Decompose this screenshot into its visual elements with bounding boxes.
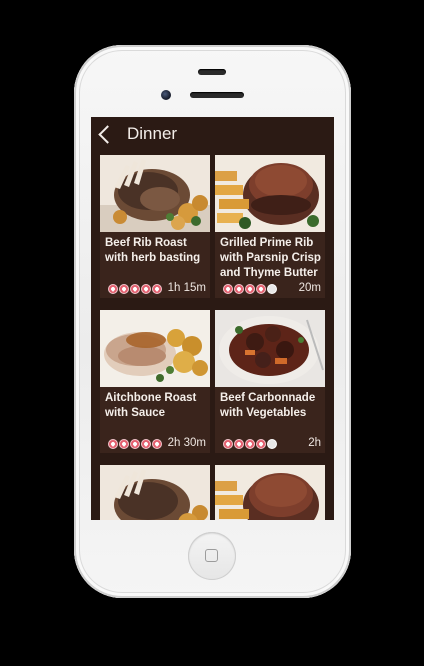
recipe-card[interactable] — [100, 465, 210, 520]
front-camera — [161, 90, 171, 100]
app-header: Dinner — [91, 117, 334, 153]
heart-icon — [223, 439, 233, 449]
chevron-left-icon[interactable] — [98, 125, 117, 144]
heart-icon — [141, 284, 151, 294]
recipe-photo-prime-rib — [215, 465, 325, 520]
cook-time: 1h 15m — [167, 282, 206, 294]
app-screen: Dinner Beef Rib Roast with herb basting … — [91, 117, 334, 520]
heart-icon — [119, 439, 129, 449]
heart-icon — [152, 284, 162, 294]
heart-icon — [245, 439, 255, 449]
heart-icon — [108, 284, 118, 294]
cook-time: 2h 30m — [167, 437, 206, 449]
home-button-icon[interactable] — [188, 532, 236, 580]
recipe-card[interactable]: Beef Carbonnade with Vegetables 2h — [215, 310, 325, 453]
recipe-photo-rib-roast — [100, 465, 210, 520]
cook-time: 20m — [298, 282, 321, 294]
heart-empty-icon — [267, 284, 277, 294]
recipe-photo-prime-rib — [215, 155, 325, 232]
recipe-card[interactable]: Aitchbone Roast with Sauce 2h 30m — [100, 310, 210, 453]
recipe-name: Beef Rib Roast with herb basting — [105, 237, 201, 264]
heart-icon — [245, 284, 255, 294]
heart-icon — [256, 284, 266, 294]
recipe-card[interactable]: Beef Rib Roast with herb basting 1h 15m — [100, 155, 210, 298]
heart-icon — [130, 439, 140, 449]
page-title: Dinner — [127, 124, 178, 143]
heart-icon — [223, 284, 233, 294]
recipe-name: Beef Carbonnade with Vegetables — [220, 392, 316, 419]
heart-icon — [256, 439, 266, 449]
heart-empty-icon — [267, 439, 277, 449]
heart-icon — [130, 284, 140, 294]
recipe-name: Grilled Prime Rib with Parsnip Crisp and… — [220, 237, 321, 279]
heart-icon — [152, 439, 162, 449]
recipe-card[interactable]: Grilled Prime Rib with Parsnip Crisp and… — [215, 155, 325, 298]
heart-icon — [141, 439, 151, 449]
recipe-photo-carbonnade — [215, 310, 325, 387]
heart-icon — [108, 439, 118, 449]
recipe-photo-rib-roast — [100, 155, 210, 232]
recipe-card[interactable] — [215, 465, 325, 520]
heart-icon — [119, 284, 129, 294]
home-square-icon — [205, 549, 218, 562]
phone-speaker — [198, 69, 226, 75]
heart-icon — [234, 439, 244, 449]
recipe-photo-aitchbone-roast — [100, 310, 210, 387]
recipe-name: Aitchbone Roast with Sauce — [105, 392, 197, 419]
phone-earpiece — [190, 92, 244, 98]
heart-icon — [234, 284, 244, 294]
cook-time: 2h — [308, 437, 321, 449]
